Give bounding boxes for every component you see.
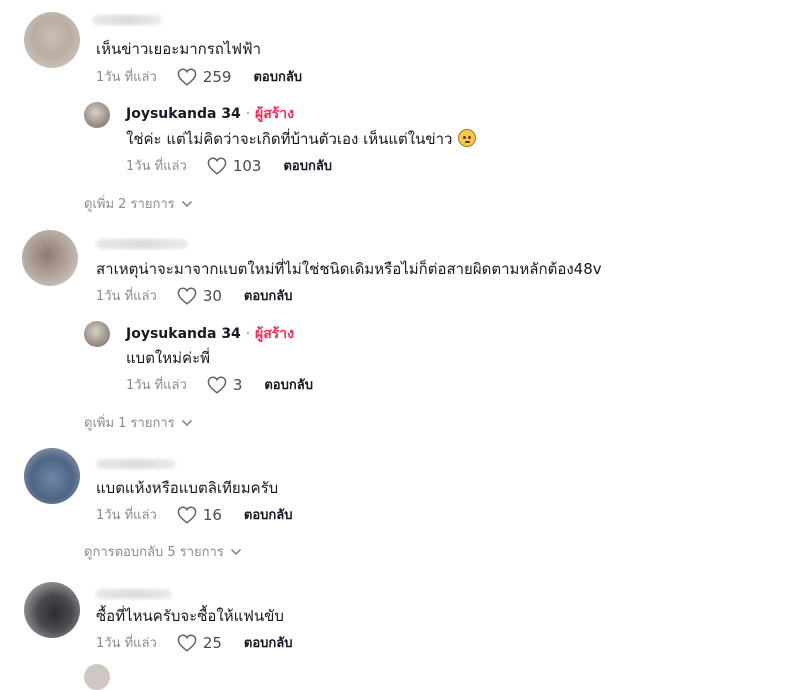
like-count: 25 bbox=[202, 633, 222, 652]
heart-outline-icon bbox=[177, 505, 197, 524]
comment-text: แบตแห้งหรือแบตลิเทียมครับ bbox=[96, 479, 279, 497]
heart-outline-icon bbox=[207, 156, 227, 175]
view-more-replies[interactable]: ดูเพิ่ม 2 รายการ bbox=[84, 193, 193, 214]
author-name[interactable]: Joysukanda 34 bbox=[126, 326, 241, 342]
like-button[interactable]: 259 bbox=[177, 67, 232, 86]
comment-text: เห็นข่าวเยอะมากรถไฟฟ้า bbox=[96, 40, 262, 58]
reply-text: ใช่ค่ะ แต่ไม่คิดว่าจะเกิดที่บ้านตัวเอง เ… bbox=[126, 127, 477, 151]
like-count: 16 bbox=[202, 505, 222, 524]
comment-meta: 1วัน ที่แล่ว 259 ตอบกลับ bbox=[96, 66, 302, 87]
comment-time: 1วัน ที่แล่ว bbox=[96, 508, 157, 523]
comment-time: 1วัน ที่แล่ว bbox=[96, 289, 157, 304]
flushed-face-emoji-icon bbox=[458, 129, 477, 147]
chevron-down-icon bbox=[181, 200, 192, 207]
like-button[interactable]: 16 bbox=[177, 506, 222, 524]
reply-author: Joysukanda 34 · ผู้สร้าง bbox=[126, 323, 294, 345]
reply-button[interactable]: ตอบกลับ bbox=[253, 66, 302, 87]
next-avatar-partial[interactable] bbox=[84, 664, 110, 690]
like-button[interactable]: 30 bbox=[177, 287, 222, 305]
avatar[interactable] bbox=[24, 448, 80, 504]
like-button[interactable]: 3 bbox=[207, 375, 243, 394]
author-separator: · bbox=[245, 106, 251, 122]
reply-text-content: ใช่ค่ะ แต่ไม่คิดว่าจะเกิดที่บ้านตัวเอง เ… bbox=[126, 130, 453, 148]
chevron-down-icon bbox=[181, 419, 192, 426]
reply-time: 1วัน ที่แล่ว bbox=[126, 159, 187, 174]
blurred-username bbox=[96, 589, 172, 599]
reply-button[interactable]: ตอบกลับ bbox=[244, 632, 293, 653]
blurred-username bbox=[96, 459, 176, 469]
comment-meta: 1วัน ที่แล่ว 16 ตอบกลับ bbox=[96, 504, 293, 525]
blurred-username bbox=[92, 15, 162, 25]
author-separator: · bbox=[245, 326, 251, 342]
avatar[interactable] bbox=[24, 12, 80, 68]
reply-meta: 1วัน ที่แล่ว 103 ตอบกลับ bbox=[126, 155, 332, 176]
like-count: 103 bbox=[232, 156, 262, 175]
comment-time: 1วัน ที่แล่ว bbox=[96, 636, 157, 651]
view-more-label: ดูเพิ่ม 2 รายการ bbox=[84, 197, 175, 212]
like-count: 3 bbox=[232, 375, 243, 394]
comment-time: 1วัน ที่แล่ว bbox=[96, 70, 157, 85]
reply-author: Joysukanda 34 · ผู้สร้าง bbox=[126, 103, 294, 125]
view-replies-label: ดูการตอบกลับ 5 รายการ bbox=[84, 545, 224, 560]
reply-time: 1วัน ที่แล่ว bbox=[126, 378, 187, 393]
author-name[interactable]: Joysukanda 34 bbox=[126, 106, 241, 122]
comment-meta: 1วัน ที่แล่ว 25 ตอบกลับ bbox=[96, 632, 293, 653]
reply-meta: 1วัน ที่แล่ว 3 ตอบกลับ bbox=[126, 374, 313, 395]
avatar[interactable] bbox=[24, 582, 80, 638]
heart-outline-icon bbox=[177, 633, 197, 652]
heart-outline-icon bbox=[207, 375, 227, 394]
heart-outline-icon bbox=[177, 286, 197, 305]
like-button[interactable]: 25 bbox=[177, 634, 222, 652]
view-more-label: ดูเพิ่ม 1 รายการ bbox=[84, 416, 175, 431]
like-count: 30 bbox=[202, 286, 222, 305]
reply-button[interactable]: ตอบกลับ bbox=[264, 374, 313, 395]
reply-button[interactable]: ตอบกลับ bbox=[244, 285, 293, 306]
comment-text: สาเหตุน่าจะมาจากแบตใหม่ที่ไม่ใช่ชนิดเดิม… bbox=[96, 260, 602, 278]
blurred-username bbox=[96, 239, 188, 249]
view-more-replies[interactable]: ดูเพิ่ม 1 รายการ bbox=[84, 412, 193, 433]
view-replies[interactable]: ดูการตอบกลับ 5 รายการ bbox=[84, 541, 242, 562]
like-count: 259 bbox=[202, 67, 232, 86]
heart-outline-icon bbox=[177, 67, 197, 86]
reply-text: แบตใหม่ค่ะพี่ bbox=[126, 349, 211, 367]
reply-button[interactable]: ตอบกลับ bbox=[283, 155, 332, 176]
creator-badge: ผู้สร้าง bbox=[255, 106, 294, 122]
creator-avatar[interactable] bbox=[84, 321, 110, 347]
creator-avatar[interactable] bbox=[84, 102, 110, 128]
avatar[interactable] bbox=[22, 230, 78, 286]
creator-badge: ผู้สร้าง bbox=[255, 326, 294, 342]
chevron-down-icon bbox=[230, 548, 241, 555]
comment-meta: 1วัน ที่แล่ว 30 ตอบกลับ bbox=[96, 285, 293, 306]
comment-text: ซื้อที่ไหนครับจะซื้อให้แฟนขับ bbox=[96, 607, 284, 625]
like-button[interactable]: 103 bbox=[207, 156, 262, 175]
reply-button[interactable]: ตอบกลับ bbox=[244, 504, 293, 525]
